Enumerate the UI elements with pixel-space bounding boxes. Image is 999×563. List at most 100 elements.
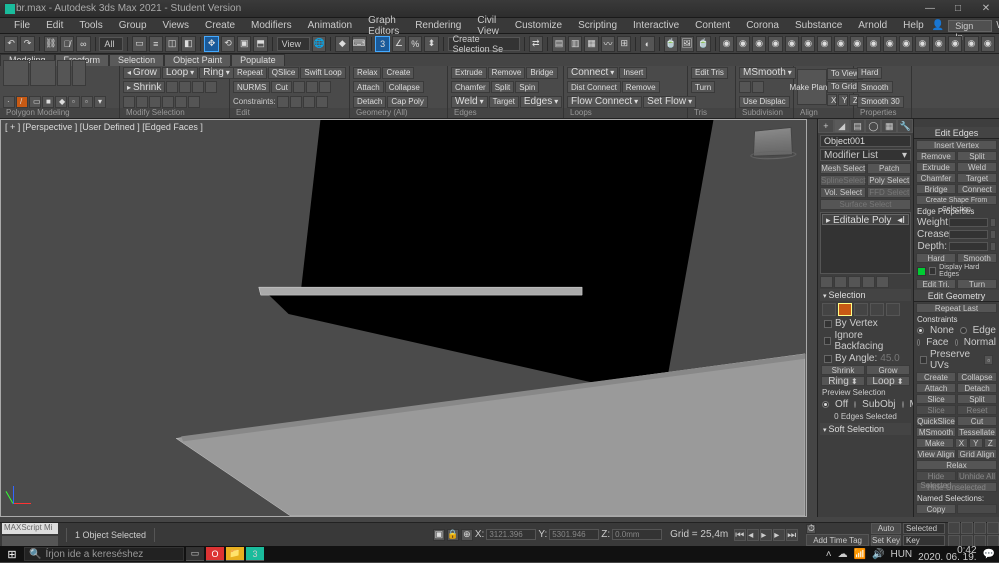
cappoly-button[interactable]: Cap Poly [387,96,427,108]
ring-alt1-icon[interactable] [192,81,204,93]
start-button[interactable]: ⊞ [0,546,24,562]
taskbar-search[interactable]: 🔍Írjon ide a kereséshez [24,547,184,561]
stack-editable-poly[interactable]: ▸ Editable Poly◂I [822,214,909,225]
tray-chevron-icon[interactable]: ˄ [826,549,832,560]
epoly-big3-icon[interactable] [57,60,71,86]
ring-alt2-icon[interactable] [205,81,217,93]
ep-remove-button[interactable]: Remove [916,151,956,161]
hierarchy-tab-icon[interactable]: ▤ [850,119,866,133]
prev-frame-icon[interactable]: ◂ [747,529,759,541]
connect-button[interactable]: Connect ▾ [567,67,618,79]
preview-subobj-radio[interactable] [854,401,856,408]
crease-spinner[interactable] [949,230,988,239]
corona-15-icon[interactable]: ◉ [948,36,962,52]
corona-9-icon[interactable]: ◉ [850,36,864,52]
ep-weld-button[interactable]: Weld [957,162,997,172]
unlink-icon[interactable]: ⛓̸ [60,36,74,52]
swiftloop-button[interactable]: Swift Loop [300,67,345,79]
ring-sel-button[interactable]: Ring ⬍ [821,376,865,386]
depth-spinner[interactable] [949,242,988,251]
edittris-button[interactable]: Edit Tris [691,67,728,79]
make-planar-button[interactable]: Make Planar [916,438,954,448]
chamfer-button[interactable]: Chamfer [451,81,490,93]
display-tab-icon[interactable]: ▦ [881,119,897,133]
grid-align-button[interactable]: Grid Align [957,449,997,459]
isolate-icon[interactable]: ▣ [433,529,445,541]
loop-button[interactable]: Loop ▾ [162,67,198,79]
nav-zoom-icon[interactable] [961,522,973,534]
select-object-icon[interactable]: ▭ [132,36,146,52]
percent-snap-icon[interactable]: % [408,36,422,52]
usedisp-button[interactable]: Use Displac [739,96,790,108]
edit-geometry-header[interactable]: Edit Geometry [914,290,999,302]
mesh-select-button[interactable]: Mesh Select [820,163,866,174]
paint-3-icon[interactable] [319,81,331,93]
so-6-icon[interactable]: ▫ [68,96,80,108]
ep-split-button[interactable]: Split [957,151,997,161]
menu-help[interactable]: Help [895,20,932,31]
constr-face-radio[interactable] [917,339,920,346]
hard-button[interactable]: Hard [857,67,882,79]
ep-split2-button[interactable]: Split [957,394,997,404]
sub-1-icon[interactable] [739,81,751,93]
select-place-icon[interactable]: ⬒ [253,36,267,52]
tray-notifications-icon[interactable]: 💬 [983,549,995,560]
constr-edge-radio[interactable] [960,327,967,334]
taskbar-app-3dsmax[interactable]: 3 [246,547,264,561]
layer-icon[interactable]: ▥ [568,36,582,52]
key-filter-selected[interactable]: Selected [903,523,945,534]
corona-14-icon[interactable]: ◉ [932,36,946,52]
constr-none-icon[interactable] [277,96,289,108]
insert-vertex-button[interactable]: Insert Vertex [916,140,997,150]
ep-msmooth-button[interactable]: MSmooth [916,427,956,437]
poly-select-button[interactable]: Poly Select [867,175,911,186]
menu-scripting[interactable]: Scripting [570,20,625,31]
x-coord-field[interactable]: 3121.396 [486,529,536,540]
ep-collapse-button[interactable]: Collapse [957,372,997,382]
show-end-result-icon[interactable] [834,276,847,288]
pin-stack-icon[interactable] [820,276,833,288]
ring-button[interactable]: Ring ▾ [199,67,234,79]
tab-selection[interactable]: Selection [109,54,164,66]
corona-16-icon[interactable]: ◉ [964,36,978,52]
align-x-button[interactable]: X [827,94,837,106]
menu-views[interactable]: Views [155,20,198,31]
paint-2-icon[interactable] [306,81,318,93]
constr-edge-icon[interactable] [290,96,302,108]
select-region-icon[interactable]: ◫ [165,36,179,52]
key-filters-button[interactable]: Key Filters... [903,535,945,546]
preview-off-radio[interactable] [822,401,829,408]
menu-substance[interactable]: Substance [787,20,850,31]
menu-tools[interactable]: Tools [71,20,110,31]
attach-button[interactable]: Attach [353,81,384,93]
target-button[interactable]: Target [489,96,519,108]
corona-10-icon[interactable]: ◉ [866,36,880,52]
so-vertex-icon[interactable]: · [3,96,15,108]
ep-target-weld-button[interactable]: Target Weld [957,173,997,183]
select-name-icon[interactable]: ≡ [149,36,163,52]
ep-chamfer-button[interactable]: Chamfer [916,173,956,183]
makeplanar-button[interactable]: Make Planar [797,69,827,105]
tray-wifi-icon[interactable]: 📶 [854,549,866,560]
menu-corona[interactable]: Corona [738,20,787,31]
preview-multi-radio[interactable] [902,401,904,408]
corona-12-icon[interactable]: ◉ [899,36,913,52]
nurms-button[interactable]: NURMS [233,81,270,93]
ms-1-icon[interactable] [123,96,135,108]
taskbar-app-opera[interactable]: O [206,547,224,561]
by-angle-checkbox[interactable] [824,355,832,363]
task-view-icon[interactable]: ▭ [186,547,204,561]
view-cube[interactable] [753,127,793,157]
bridge-button[interactable]: Bridge [526,67,557,79]
so-7-icon[interactable]: ▫ [81,96,93,108]
select-scale-icon[interactable]: ▣ [237,36,251,52]
insert-button[interactable]: Insert [619,67,647,79]
constr-normal-icon[interactable] [316,96,328,108]
relax-button[interactable]: Relax [353,67,381,79]
smooth30-button[interactable]: Smooth 30 [857,96,904,108]
named-selection-dropdown[interactable]: Create Selection Se [448,37,520,51]
extrude-button[interactable]: Extrude [451,67,487,79]
so-edge-icon[interactable]: / [16,96,28,108]
create-button[interactable]: Create [382,67,414,79]
hard-edge-color[interactable] [917,267,926,276]
